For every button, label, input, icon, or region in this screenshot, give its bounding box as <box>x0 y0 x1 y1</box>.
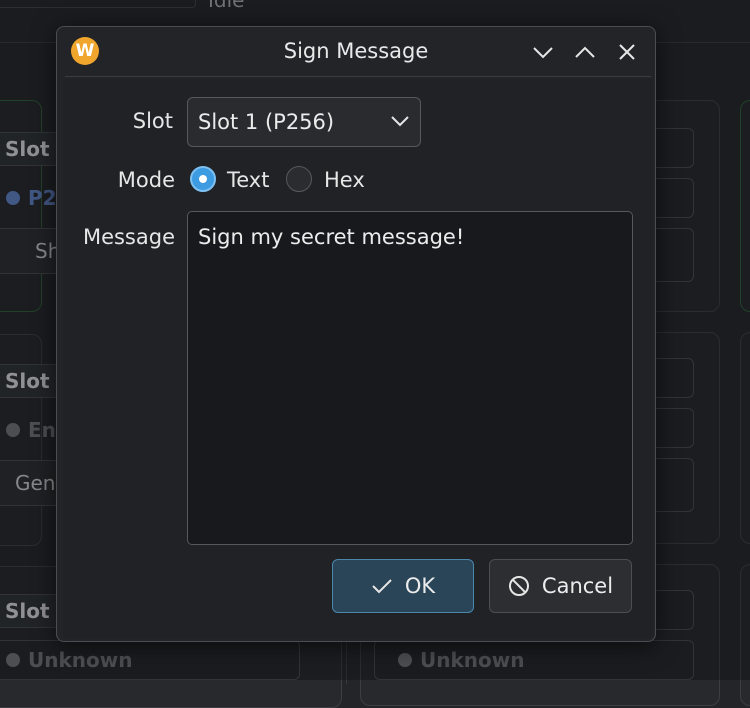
slot-label: Slot <box>132 109 173 133</box>
mode-text-radio[interactable] <box>190 166 216 192</box>
message-textarea[interactable]: Sign my secret message! <box>187 211 633 545</box>
cancel-button[interactable]: Cancel <box>489 559 632 613</box>
maximize-button[interactable] <box>572 39 598 65</box>
mode-label: Mode <box>117 168 175 192</box>
cancel-icon <box>508 576 529 596</box>
close-button[interactable] <box>614 39 640 65</box>
mode-hex-label[interactable]: Hex <box>324 168 365 192</box>
dialog-title: Sign Message <box>283 39 429 63</box>
cancel-button-label: Cancel <box>541 574 614 598</box>
titlebar-divider <box>65 76 651 77</box>
close-icon <box>619 44 635 60</box>
ok-button[interactable]: OK <box>332 559 474 613</box>
slot-select[interactable]: Slot 1 (P256) <box>187 97 421 147</box>
ok-button-label: OK <box>404 574 436 598</box>
dialog-titlebar[interactable]: W Sign Message <box>57 27 655 77</box>
minimize-button[interactable] <box>530 39 556 65</box>
message-label: Message <box>82 225 175 249</box>
chevron-down-icon <box>533 47 553 59</box>
checkmark-icon <box>372 579 392 594</box>
sign-message-dialog: W Sign Message Slot Slot 1 (P256) Mode T… <box>56 26 656 642</box>
mode-text-label[interactable]: Text <box>227 168 269 192</box>
chevron-up-icon <box>575 46 595 58</box>
mode-hex-radio[interactable] <box>286 166 312 192</box>
chevron-down-icon <box>391 116 409 127</box>
slot-select-value: Slot 1 (P256) <box>198 110 335 134</box>
